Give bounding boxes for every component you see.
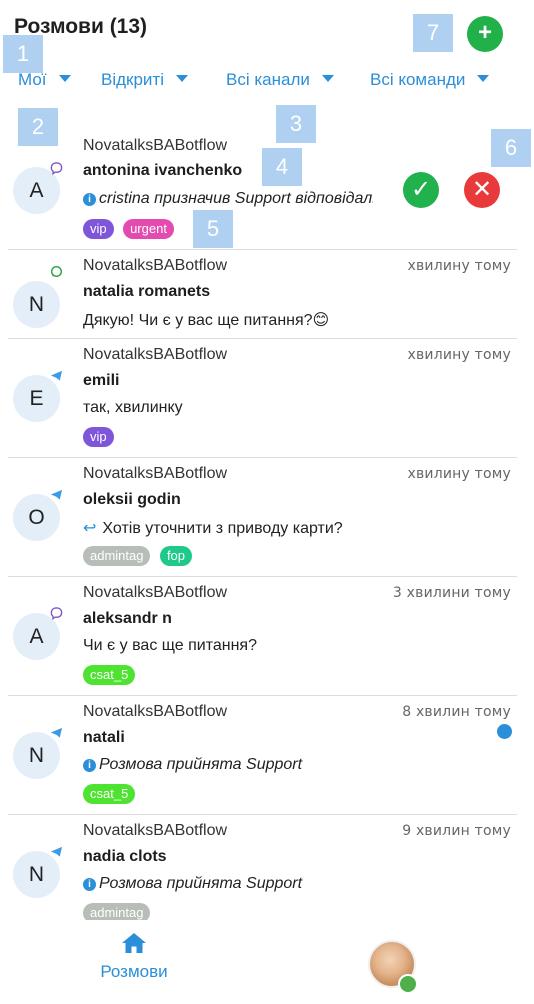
tag-badge: fop — [159, 546, 193, 566]
marker-2: 2 — [18, 108, 58, 146]
header: Розмови (13) + Мої Відкриті Всі канали В… — [0, 0, 534, 110]
filter-bar: Мої Відкриті Всі канали Всі команди — [0, 70, 534, 98]
marker-4: 4 — [262, 148, 302, 186]
inbox-name: NovatalksBABotflow — [83, 257, 228, 274]
last-message: i Розмова прийнята Support — [83, 756, 483, 774]
inbox-name: NovatalksBABotflow — [83, 346, 228, 363]
chevron-down-icon — [477, 75, 490, 83]
chevron-down-icon — [176, 75, 188, 83]
contact-name: oleksii godin — [83, 491, 181, 508]
inbox-name: NovatalksBABotflow — [83, 822, 228, 839]
info-icon: i — [83, 759, 96, 772]
inbox-name: NovatalksBABotflow — [83, 465, 228, 482]
filter-status[interactable]: Відкриті — [101, 70, 188, 90]
contact-name: aleksandr n — [83, 610, 172, 627]
telegram-icon — [50, 727, 63, 738]
conversation-item[interactable]: N NovatalksBABotflow 9 хвилин тому nadia… — [0, 815, 534, 923]
unread-indicator — [497, 724, 512, 739]
info-icon: i — [83, 193, 96, 206]
telegram-icon — [50, 370, 63, 381]
conversation-item[interactable]: E NovatalksBABotflow хвилину тому emili … — [0, 339, 534, 458]
reject-button[interactable]: ✕ — [464, 172, 500, 208]
timestamp: 9 хвилин тому — [402, 823, 511, 839]
avatar: N — [13, 281, 60, 328]
marker-7: 7 — [413, 14, 453, 52]
timestamp: 3 хвилини тому — [392, 585, 511, 601]
tag-list: vip urgent — [83, 219, 179, 239]
last-message-text: Хотів уточнити з приводу карти? — [102, 520, 343, 537]
avatar: A — [13, 613, 60, 660]
chevron-down-icon — [58, 75, 71, 83]
marker-5: 5 — [193, 210, 233, 248]
telegram-icon — [50, 489, 63, 500]
timestamp: 8 хвилин тому — [402, 704, 511, 720]
conversation-item[interactable]: O NovatalksBABotflow хвилину тому oleksi… — [0, 458, 534, 577]
info-icon: i — [83, 878, 96, 891]
inbox-name: NovatalksBABotflow — [83, 137, 228, 154]
reply-icon: ↩ — [83, 520, 97, 537]
last-message: так, хвилинку — [83, 399, 183, 416]
contact-name: nadia clots — [83, 848, 167, 865]
contact-name: natali — [83, 729, 125, 746]
conversation-item[interactable]: N NovatalksBABotflow 8 хвилин тому natal… — [0, 696, 534, 815]
contact-name: natalia romanets — [83, 283, 211, 300]
nav-conversations-label: Розмови — [100, 962, 168, 981]
marker-1: 1 — [3, 35, 43, 73]
whatsapp-icon — [50, 265, 63, 278]
inbox-name: NovatalksBABotflow — [83, 584, 228, 601]
new-conversation-button[interactable]: + — [467, 16, 503, 52]
accept-button[interactable]: ✓ — [403, 172, 439, 208]
nav-conversations[interactable]: Розмови — [86, 932, 182, 982]
conversation-item[interactable]: N NovatalksBABotflow хвилину тому natali… — [0, 250, 534, 339]
message-target: Support відповідальн — [234, 190, 373, 207]
timestamp: хвилину тому — [407, 466, 511, 482]
tag-list: vip — [83, 427, 119, 447]
message-actor: cristina — [99, 190, 150, 207]
filter-assignee[interactable]: Мої — [18, 70, 71, 90]
bottom-nav: Розмови — [0, 920, 534, 1004]
conversation-item[interactable]: A NovatalksBABotflow antonina ivanchenko… — [0, 126, 534, 250]
filter-teams[interactable]: Всі команди — [370, 70, 490, 90]
avatar: N — [13, 732, 60, 779]
filter-channels[interactable]: Всі канали — [226, 70, 334, 90]
online-status-indicator — [398, 974, 418, 994]
last-message: icristina призначив Support відповідальн — [83, 190, 373, 208]
marker-3: 3 — [276, 105, 316, 143]
tag-list: csat_5 — [83, 665, 140, 685]
avatar: E — [13, 375, 60, 422]
inbox-name: NovatalksBABotflow — [83, 703, 228, 720]
filter-status-label: Відкриті — [101, 70, 164, 89]
tag-badge: csat_5 — [83, 784, 136, 804]
tag-list: csat_5 — [83, 784, 140, 804]
viber-icon — [50, 162, 63, 175]
marker-6: 6 — [491, 129, 531, 167]
last-message: ↩ Хотів уточнити з приводу карти? — [83, 518, 483, 538]
last-message: Чи є у вас ще питання? — [83, 637, 257, 654]
last-message-text: Розмова прийнята Support — [99, 875, 303, 892]
home-icon — [122, 933, 146, 953]
conversation-item[interactable]: A NovatalksBABotflow 3 хвилини тому alek… — [0, 577, 534, 696]
tag-list: admintag fop — [83, 546, 197, 566]
message-action: призначив — [149, 190, 235, 207]
contact-name: emili — [83, 372, 120, 389]
viber-icon — [50, 607, 63, 620]
timestamp: хвилину тому — [407, 347, 511, 363]
chevron-down-icon — [321, 75, 334, 83]
timestamp: хвилину тому — [407, 258, 511, 274]
last-message: Дякую! Чи є у вас ще питання?😊 — [83, 312, 330, 329]
tag-badge: admintag — [83, 546, 151, 566]
tag-badge: vip — [83, 219, 114, 239]
tag-badge: urgent — [123, 219, 174, 239]
filter-channels-label: Всі канали — [226, 70, 310, 89]
avatar: N — [13, 851, 60, 898]
tag-badge: vip — [83, 427, 114, 447]
telegram-icon — [50, 846, 63, 857]
avatar: O — [13, 494, 60, 541]
last-message-text: Розмова прийнята Support — [99, 756, 303, 773]
contact-name: antonina ivanchenko — [83, 162, 243, 179]
last-message: i Розмова прийнята Support — [83, 875, 483, 893]
filter-teams-label: Всі команди — [370, 70, 466, 89]
tag-badge: csat_5 — [83, 665, 136, 685]
